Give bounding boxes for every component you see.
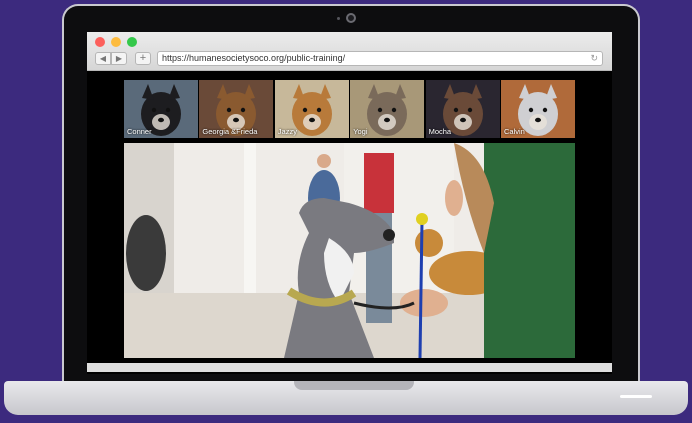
dog-thumbnail[interactable]: Jazzy xyxy=(274,80,349,138)
forward-arrow-icon[interactable]: ▶ xyxy=(111,52,127,65)
camera-sensor xyxy=(337,17,340,20)
dog-thumbnail[interactable]: Calvin xyxy=(501,80,575,138)
browser-window: ◀ ▶ + https://humanesocietysoco.org/publ… xyxy=(87,32,612,374)
back-arrow-icon[interactable]: ◀ xyxy=(95,52,111,65)
dog-name-label: Calvin xyxy=(504,127,525,136)
close-window-button[interactable] xyxy=(95,37,105,47)
reload-icon[interactable]: ↻ xyxy=(590,52,598,65)
new-tab-icon[interactable]: + xyxy=(135,52,151,65)
power-indicator-light xyxy=(620,395,652,398)
laptop-base xyxy=(4,381,688,415)
dog-thumbnail[interactable]: Mocha xyxy=(425,80,500,138)
camera-icon xyxy=(346,13,356,23)
training-scene-image xyxy=(124,143,575,358)
browser-toolbar: ◀ ▶ + https://humanesocietysoco.org/publ… xyxy=(87,32,612,71)
dog-name-label: Conner xyxy=(127,127,152,136)
dog-name-label: Jazzy xyxy=(277,127,297,136)
dog-name-label: Mocha xyxy=(428,127,452,136)
maximize-window-button[interactable] xyxy=(127,37,137,47)
dog-name-label: Georgia &Frieda xyxy=(202,127,258,136)
url-text: https://humanesocietysoco.org/public-tra… xyxy=(162,53,346,63)
opening-notch xyxy=(294,381,414,390)
address-bar[interactable]: https://humanesocietysoco.org/public-tra… xyxy=(157,51,603,66)
dog-thumbnail[interactable]: Yogi xyxy=(350,80,425,138)
minimize-window-button[interactable] xyxy=(111,37,121,47)
dog-thumbnail[interactable]: Georgia &Frieda xyxy=(199,80,274,138)
dog-thumbnail-strip: Conner Georgia &Frieda Jazzy Yogi Mocha Calvi… xyxy=(124,80,575,138)
training-photo xyxy=(124,143,575,358)
browser-status-bar xyxy=(87,363,612,372)
dog-name-label: Yogi xyxy=(353,127,368,136)
dog-thumbnail[interactable]: Conner xyxy=(124,80,198,138)
